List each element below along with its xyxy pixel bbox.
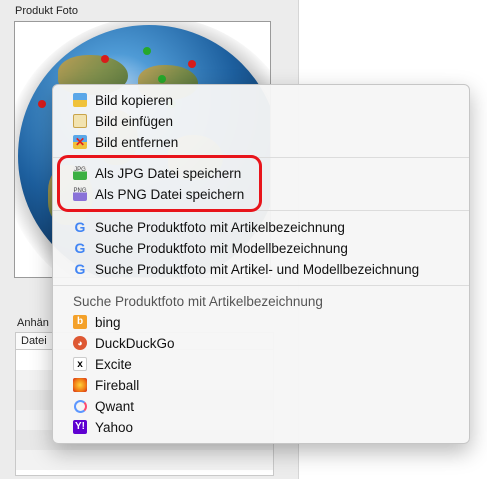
menu-item-yahoo[interactable]: Y! Yahoo [53, 417, 469, 438]
menu-item-google-article[interactable]: G Suche Produktfoto mit Artikelbezeichnu… [53, 217, 469, 238]
highlight-annotation [57, 155, 262, 212]
menu-item-remove-image[interactable]: ✕ Bild entfernen [53, 132, 469, 153]
menu-item-qwant[interactable]: Qwant [53, 396, 469, 417]
duckduckgo-icon: ◕ [73, 336, 87, 350]
menu-item-fireball[interactable]: Fireball [53, 375, 469, 396]
photo-label: Produkt Foto [15, 5, 78, 17]
menu-item-excite[interactable]: x Excite [53, 354, 469, 375]
google-icon: G [74, 219, 86, 235]
search-engines-header: Suche Produktfoto mit Artikelbezeichnung [73, 294, 323, 309]
menu-separator [53, 285, 469, 286]
qwant-icon [74, 400, 87, 413]
google-icon: G [74, 261, 86, 277]
menu-item-paste-image[interactable]: Bild einfügen [53, 111, 469, 132]
fireball-icon [73, 378, 87, 392]
menu-item-google-article-model[interactable]: G Suche Produktfoto mit Artikel- und Mod… [53, 259, 469, 280]
table-row[interactable] [16, 450, 273, 470]
context-menu: Bild kopieren Bild einfügen ✕ Bild entfe… [52, 84, 470, 444]
excite-icon: x [73, 357, 87, 371]
menu-item-copy-image[interactable]: Bild kopieren [53, 90, 469, 111]
menu-item-bing[interactable]: b bing [53, 312, 469, 333]
attachments-label: Anhän [17, 317, 49, 329]
google-icon: G [74, 240, 86, 256]
bing-icon: b [73, 315, 87, 329]
remove-icon: ✕ [73, 135, 87, 149]
copy-icon [73, 93, 87, 107]
paste-icon [73, 114, 87, 128]
menu-item-google-model[interactable]: G Suche Produktfoto mit Modellbezeichnun… [53, 238, 469, 259]
menu-item-duckduckgo[interactable]: ◕ DuckDuckGo [53, 333, 469, 354]
yahoo-icon: Y! [73, 420, 87, 434]
